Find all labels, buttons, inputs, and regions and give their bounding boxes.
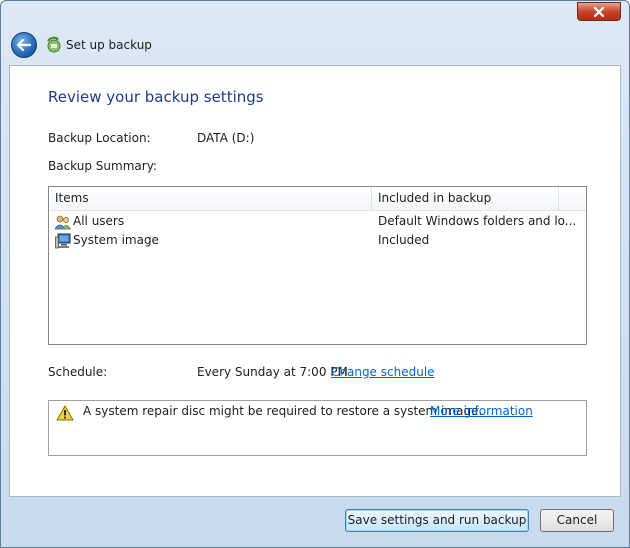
row-included-value: Included [378, 233, 430, 247]
page-heading: Review your backup settings [48, 88, 264, 106]
backup-app-icon [47, 36, 61, 53]
title-bar[interactable] [1, 1, 629, 29]
schedule-label: Schedule: [48, 365, 108, 379]
backup-window: Set up backup Review your backup setting… [0, 0, 630, 548]
close-icon [593, 6, 605, 17]
footer-bar: Save settings and run backup Cancel [1, 499, 629, 547]
window-title: Set up backup [66, 38, 152, 52]
more-information-link[interactable]: More information [430, 404, 533, 418]
backup-summary-label: Backup Summary: [48, 159, 157, 173]
schedule-value: Every Sunday at 7:00 PM [197, 365, 348, 379]
table-header: Items Included in backup [49, 187, 586, 211]
column-header-items[interactable]: Items [49, 187, 371, 210]
navigation-bar: Set up backup [1, 29, 629, 63]
row-item-label: All users [73, 214, 125, 228]
backup-location-value: DATA (D:) [197, 131, 255, 145]
back-arrow-icon [17, 39, 31, 51]
column-header-included[interactable]: Included in backup [372, 187, 558, 210]
warning-text: A system repair disc might be required t… [83, 404, 483, 418]
backup-summary-table: Items Included in backup All users Defau… [48, 186, 587, 345]
backup-location-label: Backup Location: [48, 131, 151, 145]
computer-icon [55, 233, 71, 249]
warning-icon [56, 405, 74, 421]
row-item-label: System image [73, 233, 159, 247]
column-divider[interactable] [558, 187, 559, 210]
close-button[interactable] [577, 2, 621, 21]
cancel-button[interactable]: Cancel [540, 509, 614, 532]
change-schedule-link[interactable]: Change schedule [331, 365, 435, 379]
table-row[interactable]: System image Included [49, 231, 586, 250]
warning-panel: A system repair disc might be required t… [48, 400, 587, 456]
save-and-run-button[interactable]: Save settings and run backup [345, 509, 529, 532]
table-row[interactable]: All users Default Windows folders and lo… [49, 212, 586, 231]
row-included-value: Default Windows folders and lo... [378, 214, 577, 228]
back-button[interactable] [11, 32, 37, 58]
users-icon [55, 215, 71, 230]
content-panel: Review your backup settings Backup Locat… [9, 65, 621, 497]
